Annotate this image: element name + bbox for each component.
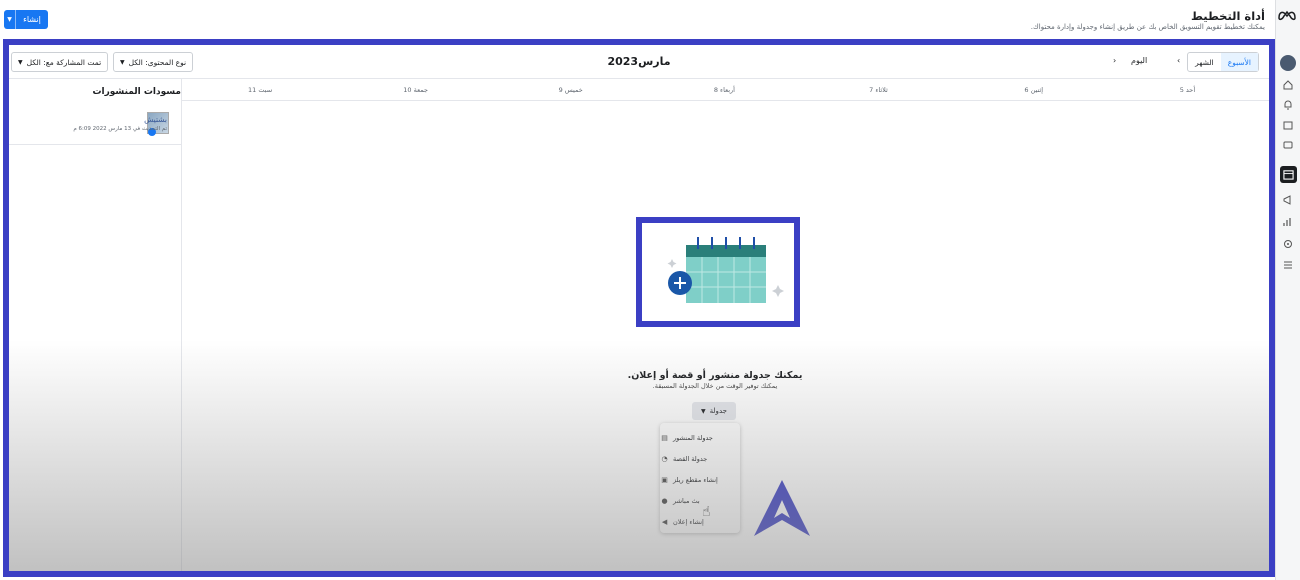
- empty-state-title: يمكنك جدولة منشور أو قصة أو إعلان.: [627, 370, 803, 381]
- day-header: إثنين 6: [1024, 85, 1044, 94]
- menu-item-schedule-story[interactable]: جدولة القصة ◔: [660, 448, 740, 469]
- prev-arrow-icon[interactable]: ‹: [1113, 56, 1116, 65]
- post-icon: ▤: [661, 433, 668, 442]
- menu-item-go-live[interactable]: بث مباشر ●: [660, 490, 740, 511]
- empty-state-subtitle: يمكنك توفير الوقت من خلال الجدولة المسبق…: [652, 382, 778, 390]
- inbox-icon[interactable]: [1281, 138, 1295, 152]
- draft-updated: تم التحديث في 13 مارس 2022 6:09 م: [73, 126, 167, 132]
- menu-item-create-reel[interactable]: إنشاء مقطع ريلز ▣: [660, 469, 740, 490]
- schedule-menu: جدولة المنشور ▤ جدولة القصة ◔ إنشاء مقطع…: [660, 423, 740, 533]
- avatar[interactable]: [1280, 55, 1296, 71]
- icon-rail: [1275, 0, 1300, 580]
- create-button-label: إنشاء: [23, 15, 41, 24]
- day-header: سبت 11: [248, 85, 273, 94]
- page-subtitle: يمكنك تخطيط تقويم التسويق الخاص بك عن طر…: [1030, 23, 1265, 31]
- planner-icon[interactable]: [1280, 166, 1297, 183]
- page-title: أداة التخطيط: [1190, 9, 1265, 23]
- brand-arrow-icon: [754, 480, 810, 536]
- list-item[interactable]: بشتيش تم التحديث في 13 مارس 2022 6:09 م: [9, 109, 181, 145]
- ad-icon: ◀: [661, 517, 668, 526]
- calendar-add-icon: [667, 237, 784, 303]
- posts-icon[interactable]: [1281, 118, 1295, 132]
- chevron-down-icon[interactable]: ▼: [4, 10, 16, 29]
- menu-item-label: إنشاء إعلان: [673, 517, 704, 526]
- create-button[interactable]: ▼ إنشاء: [4, 10, 48, 29]
- insights-icon[interactable]: [1281, 215, 1295, 229]
- ads-icon[interactable]: [1281, 193, 1295, 207]
- menu-item-label: جدولة المنشور: [673, 433, 713, 442]
- hand-cursor-icon: ☝: [702, 504, 711, 520]
- today-button[interactable]: اليوم: [1131, 56, 1147, 65]
- day-header: ثلاثاء 7: [869, 85, 888, 94]
- menu-item-create-ad[interactable]: إنشاء إعلان ◀: [660, 511, 740, 532]
- draft-name: بشتيش: [144, 115, 167, 124]
- notifications-icon[interactable]: [1281, 98, 1295, 112]
- view-switcher: الأسبوع الشهر: [1187, 52, 1259, 72]
- calendar-illustration: [636, 217, 800, 327]
- week-header: سبت 11 جمعة 10 خميس 9 أربعاء 8 ثلاثاء 7 …: [182, 79, 1269, 101]
- chevron-down-icon: ▼: [701, 407, 706, 415]
- menu-item-label: إنشاء مقطع ريلز: [673, 475, 718, 484]
- day-header: جمعة 10: [403, 85, 429, 94]
- month-label: مارس2023: [607, 55, 671, 68]
- menu-item-label: بث مباشر: [673, 496, 700, 505]
- meta-logo-icon[interactable]: [1277, 8, 1297, 22]
- menu-icon[interactable]: [1281, 258, 1295, 272]
- view-week-button[interactable]: الأسبوع: [1220, 53, 1258, 71]
- day-header: أربعاء 8: [713, 85, 735, 94]
- schedule-button-label: جدولة: [709, 407, 727, 415]
- day-header: خميس 9: [558, 85, 583, 94]
- drafts-panel: مسودات المنشورات بشتيش تم التحديث في 13 …: [9, 79, 182, 571]
- reel-icon: ▣: [661, 475, 668, 484]
- page-header: أداة التخطيط يمكنك تخطيط تقويم التسويق ا…: [0, 0, 1275, 38]
- view-month-button[interactable]: الشهر: [1188, 53, 1221, 71]
- calendar-toolbar: تمت المشاركة مع: الكل ▼ نوع المحتوى: الك…: [9, 45, 1269, 79]
- menu-item-label: جدولة القصة: [673, 454, 708, 463]
- menu-item-schedule-post[interactable]: جدولة المنشور ▤: [660, 427, 740, 448]
- schedule-button[interactable]: جدولة ▼: [692, 402, 736, 420]
- story-icon: ◔: [661, 454, 668, 463]
- drafts-heading: مسودات المنشورات: [92, 87, 181, 97]
- live-icon: ●: [661, 496, 668, 505]
- home-icon[interactable]: [1281, 78, 1295, 92]
- day-header: أحد 5: [1179, 85, 1196, 94]
- next-arrow-icon[interactable]: ›: [1177, 56, 1180, 65]
- settings-icon[interactable]: [1281, 237, 1295, 251]
